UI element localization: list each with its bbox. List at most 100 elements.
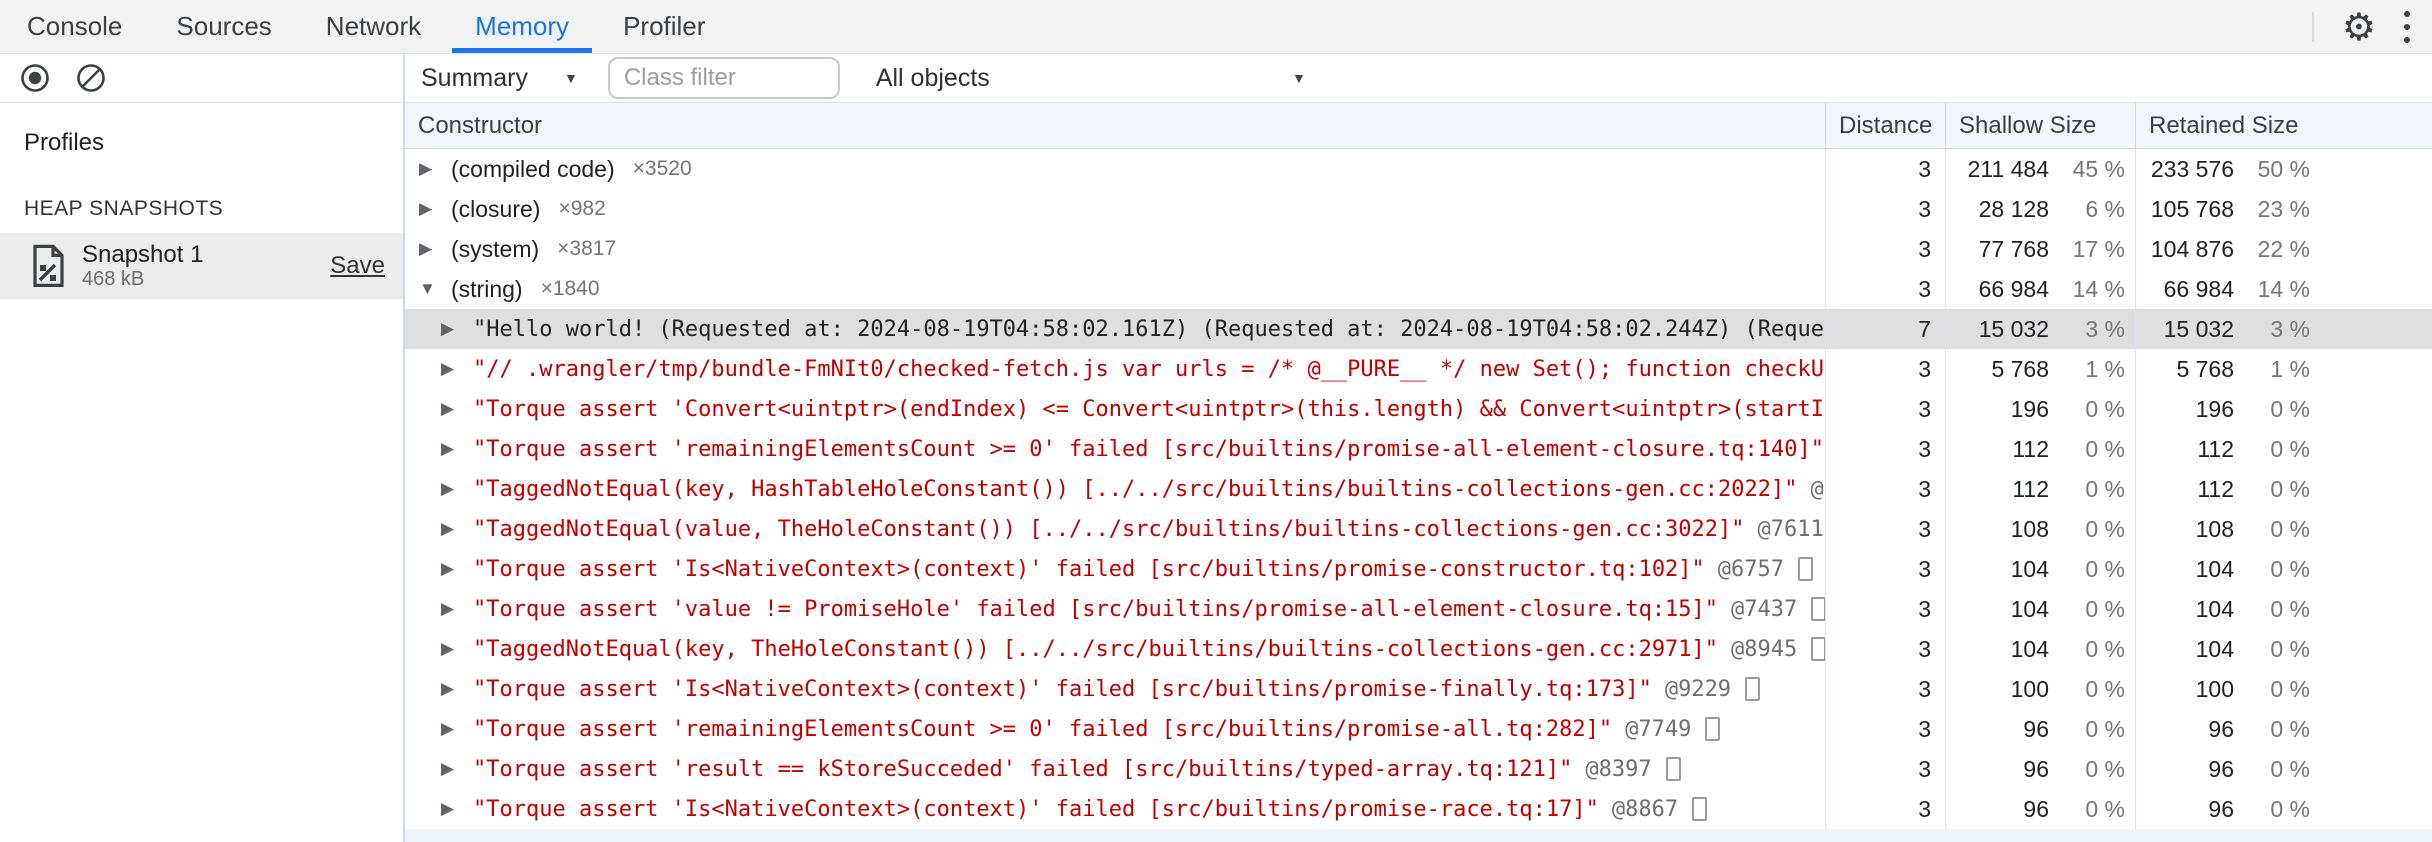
shallow-size-cell: 28 128 6 % xyxy=(1945,189,2135,229)
object-id: @8867 xyxy=(1611,796,1679,822)
shallow-size-percent: 14 % xyxy=(2072,275,2125,302)
chevron-collapsed-icon[interactable]: ▶ xyxy=(419,159,451,179)
heap-row-string[interactable]: ▶ "Hello world! (Requested at: 2024-08-19… xyxy=(405,309,2432,349)
string-value: "Torque assert 'Convert<uintptr>(endInde… xyxy=(473,396,1825,422)
heap-row-string[interactable]: ▶ "Torque assert 'result == kStoreSuccede… xyxy=(405,749,2432,789)
constructor-cell: ▶ "Torque assert 'remainingElementsCount … xyxy=(405,709,1825,749)
shallow-size-value: 104 xyxy=(2010,635,2049,662)
heap-row-string[interactable]: ▶ "TaggedNotEqual(value, TheHoleConstant(… xyxy=(405,509,2432,549)
heap-row-string[interactable]: ▶ "Torque assert 'Is<NativeContext>(conte… xyxy=(405,669,2432,709)
chevron-collapsed-icon[interactable]: ▶ xyxy=(441,319,473,339)
perspective-dropdown[interactable]: Summary xyxy=(421,64,528,93)
tab-profiler[interactable]: Profiler xyxy=(596,0,732,53)
chevron-collapsed-icon[interactable]: ▶ xyxy=(441,399,473,419)
shallow-size-value: 5 768 xyxy=(1991,355,2049,382)
shallow-size-cell: 104 0 % xyxy=(1945,549,2135,589)
string-value: "TaggedNotEqual(value, TheHoleConstant()… xyxy=(473,516,1745,542)
shallow-size-cell: 5 768 1 % xyxy=(1945,349,2135,389)
box-glyph-icon xyxy=(1745,677,1761,701)
retained-size-value: 66 984 xyxy=(2163,275,2234,302)
chevron-collapsed-icon[interactable]: ▶ xyxy=(441,719,473,739)
object-scope-dropdown[interactable]: All objects ▼ xyxy=(876,64,1306,93)
record-icon[interactable] xyxy=(20,63,50,93)
column-header-retained-size[interactable]: Retained Size xyxy=(2135,103,2432,148)
heap-row-string[interactable]: ▶ "Torque assert 'value != PromiseHole' f… xyxy=(405,589,2432,629)
string-value: "Torque assert 'remainingElementsCount >… xyxy=(473,716,1613,742)
shallow-size-value: 66 984 xyxy=(1978,275,2049,302)
gear-icon[interactable]: ⚙ xyxy=(2342,8,2376,46)
heap-row-group[interactable]: ▶ (closure) ×982 3 28 128 6 % 105 768 23 % xyxy=(405,189,2432,229)
shallow-size-value: 15 032 xyxy=(1978,315,2049,342)
heap-snapshot-icon xyxy=(33,244,64,287)
constructor-cell: ▶ "Torque assert 'remainingElementsCount … xyxy=(405,429,1825,469)
heap-row-string[interactable]: ▶ "TaggedNotEqual(key, HashTableHoleConst… xyxy=(405,469,2432,509)
heap-row-group[interactable]: ▶ (system) ×3817 3 77 768 17 % 104 876 22 % xyxy=(405,229,2432,269)
chevron-collapsed-icon[interactable]: ▶ xyxy=(441,799,473,819)
retained-size-percent: 22 % xyxy=(2257,235,2310,262)
constructor-cell: ▶ "TaggedNotEqual(key, TheHoleConstant())… xyxy=(405,629,1825,669)
shallow-size-percent: 1 % xyxy=(2085,355,2125,382)
chevron-collapsed-icon[interactable]: ▶ xyxy=(419,199,451,219)
chevron-collapsed-icon[interactable]: ▶ xyxy=(441,759,473,779)
object-scope-value: All objects xyxy=(875,63,990,92)
retained-size-percent: 0 % xyxy=(2270,715,2310,742)
tab-memory[interactable]: Memory xyxy=(448,0,596,53)
clear-icon[interactable] xyxy=(76,63,106,93)
box-glyph-icon xyxy=(1665,757,1681,781)
heap-row-group[interactable]: ▶ (compiled code) ×3520 3 211 484 45 % 233 576… xyxy=(405,149,2432,189)
sidebar-item-snapshot-1[interactable]: Snapshot 1 468 kB Save xyxy=(0,233,403,299)
chevron-collapsed-icon[interactable]: ▶ xyxy=(441,439,473,459)
save-snapshot-link[interactable]: Save xyxy=(330,252,385,280)
object-id: @9229 xyxy=(1664,676,1732,702)
chevron-collapsed-icon[interactable]: ▶ xyxy=(441,599,473,619)
object-id: @7437 xyxy=(1731,596,1798,622)
constructor-cell: ▶ "Torque assert 'Is<NativeContext>(conte… xyxy=(405,549,1825,589)
chevron-collapsed-icon[interactable]: ▶ xyxy=(441,519,473,539)
retained-size-percent: 0 % xyxy=(2270,515,2310,542)
class-filter-input[interactable] xyxy=(607,57,840,99)
chevron-collapsed-icon[interactable]: ▶ xyxy=(441,479,473,499)
chevron-expanded-icon[interactable]: ▼ xyxy=(419,279,451,299)
chevron-collapsed-icon[interactable]: ▶ xyxy=(419,239,451,259)
heap-row-string[interactable]: ▶ "// .wrangler/tmp/bundle-FmNIt0/checked… xyxy=(405,349,2432,389)
retained-size-cell: 5 768 1 % xyxy=(2135,349,2432,389)
shallow-size-cell: 15 032 3 % xyxy=(1945,309,2135,349)
heap-row-string[interactable]: ▶ "Torque assert 'Is<NativeContext>(conte… xyxy=(405,789,2432,829)
distance-cell: 3 xyxy=(1825,389,1945,429)
heap-snapshots-heading: HEAP SNAPSHOTS xyxy=(24,197,224,220)
retained-size-value: 112 xyxy=(2197,475,2234,502)
retained-size-percent: 0 % xyxy=(2270,795,2310,822)
chevron-collapsed-icon[interactable]: ▶ xyxy=(441,359,473,379)
retained-size-value: 96 xyxy=(2208,795,2234,822)
chevron-collapsed-icon[interactable]: ▶ xyxy=(441,559,473,579)
retained-size-percent: 0 % xyxy=(2270,555,2310,582)
chevron-down-icon[interactable]: ▼ xyxy=(564,70,578,86)
devtools-window: Console Sources Network Memory Profiler ⚙ Pr… xyxy=(0,0,2432,842)
shallow-size-value: 211 484 xyxy=(1967,155,2049,182)
column-header-shallow-size[interactable]: Shallow Size xyxy=(1945,103,2135,148)
shallow-size-percent: 0 % xyxy=(2085,795,2125,822)
kebab-menu-icon[interactable] xyxy=(2404,10,2410,43)
heap-row-string[interactable]: ▶ "Torque assert 'Convert<uintptr>(endInd… xyxy=(405,389,2432,429)
retained-size-cell: 96 0 % xyxy=(2135,749,2432,789)
retained-size-value: 105 768 xyxy=(2150,195,2234,222)
chevron-collapsed-icon[interactable]: ▶ xyxy=(441,639,473,659)
tab-sources[interactable]: Sources xyxy=(149,0,298,53)
shallow-size-value: 112 xyxy=(2012,435,2049,462)
tab-console[interactable]: Console xyxy=(0,0,149,53)
retained-size-cell: 15 032 3 % xyxy=(2135,309,2432,349)
heap-row-string[interactable]: ▶ "Torque assert 'remainingElementsCount … xyxy=(405,429,2432,469)
column-header-constructor[interactable]: Constructor xyxy=(405,103,1825,148)
heap-row-string[interactable]: ▶ "TaggedNotEqual(key, TheHoleConstant())… xyxy=(405,629,2432,669)
heap-row-string[interactable]: ▶ "Torque assert 'Is<NativeContext>(conte… xyxy=(405,549,2432,589)
retained-size-percent: 50 % xyxy=(2257,155,2310,182)
shallow-size-cell: 96 0 % xyxy=(1945,709,2135,749)
chevron-collapsed-icon[interactable]: ▶ xyxy=(441,679,473,699)
heap-row-group[interactable]: ▼ (string) ×1840 3 66 984 14 % 66 984 14 % xyxy=(405,269,2432,309)
heap-row-string[interactable]: ▶ "Torque assert 'remainingElementsCount … xyxy=(405,709,2432,749)
string-value: "Hello world! (Requested at: 2024-08-19T… xyxy=(473,316,1825,342)
retained-size-cell: 66 984 14 % xyxy=(2135,269,2432,309)
shallow-size-cell: 108 0 % xyxy=(1945,509,2135,549)
tab-network[interactable]: Network xyxy=(299,0,448,53)
column-header-distance[interactable]: Distance xyxy=(1825,103,1945,148)
